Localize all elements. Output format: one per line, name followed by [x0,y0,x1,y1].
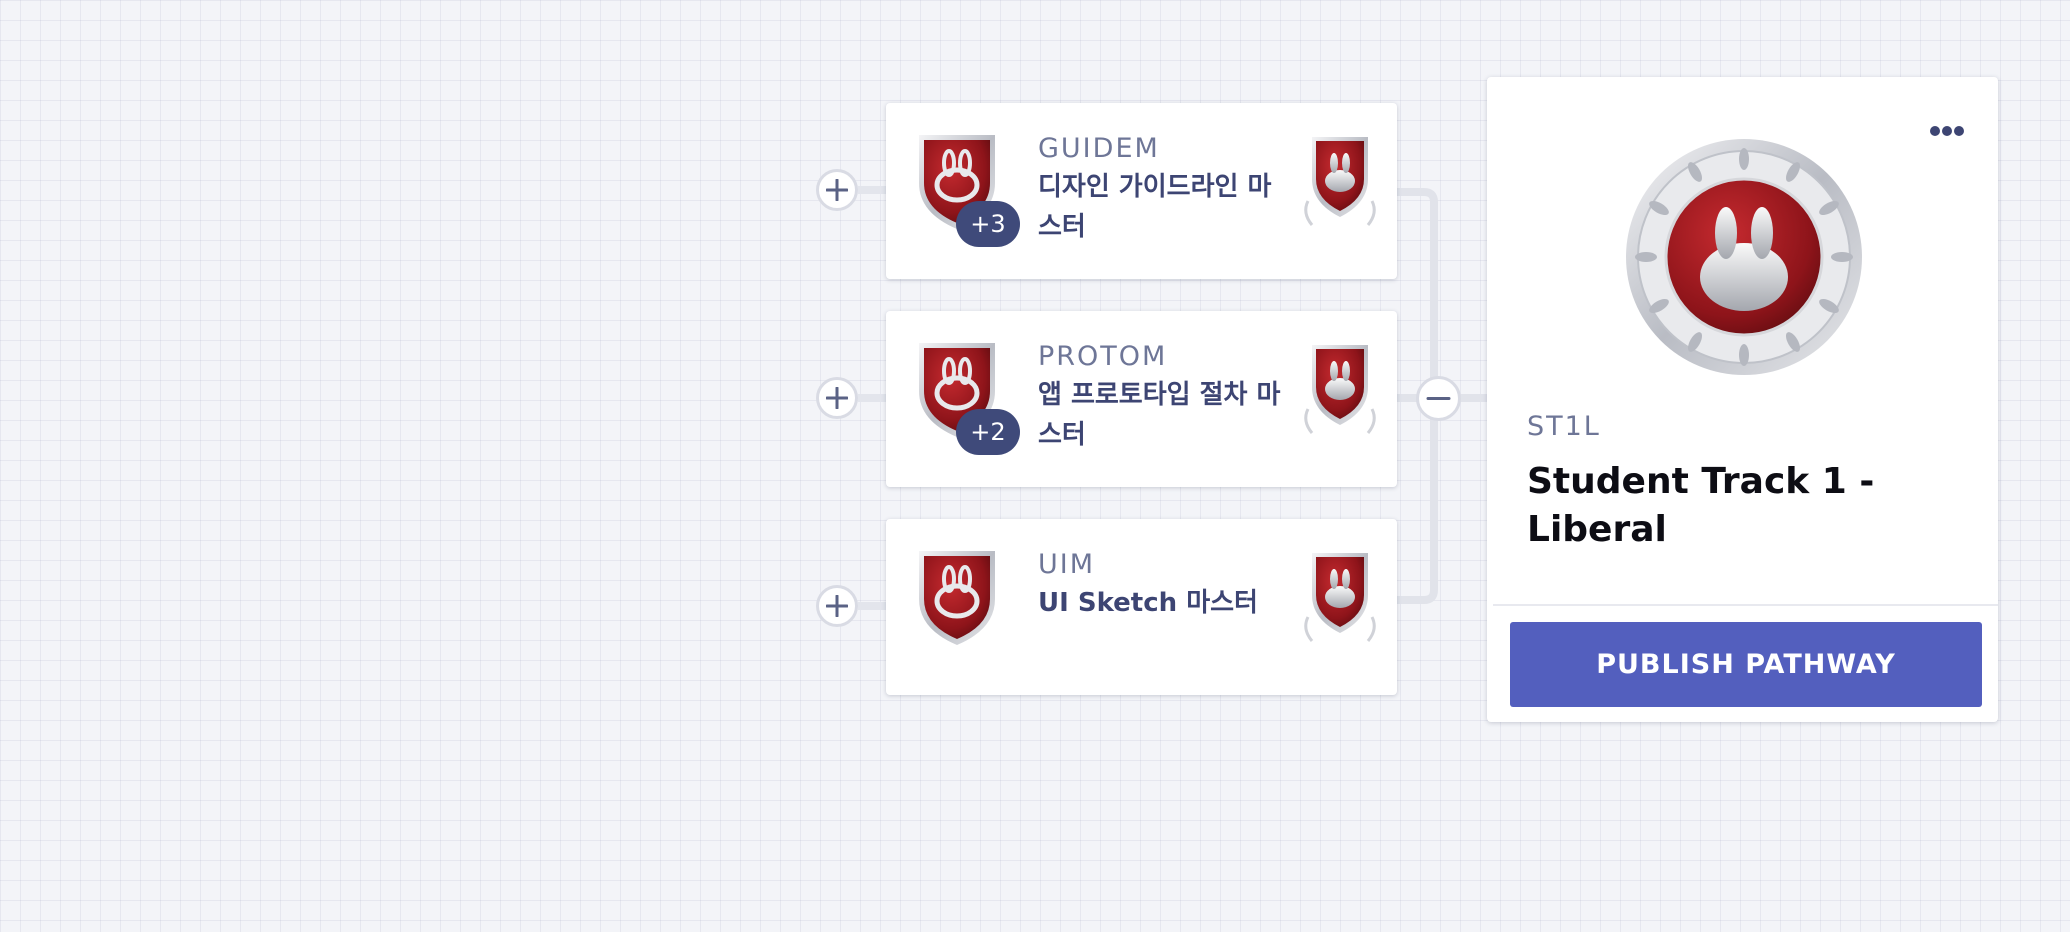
collapse-button[interactable] [1416,376,1461,421]
extra-badge-count: +3 [956,201,1020,247]
shield-bunny-icon [1304,345,1376,434]
shield-bunny-icon [1304,137,1376,226]
badge-title: 앱 프로토타입 절차 마스터 [1038,380,1281,450]
add-prerequisite-button[interactable] [816,585,858,627]
connector-stub [858,186,886,194]
more-horizontal-icon-dot [1954,126,1964,136]
pathway-card: ST1L Student Track 1 - Liberal PUBLISH P… [1487,77,1998,722]
badge-code: PROTOM [1038,341,1168,372]
publish-pathway-button[interactable]: PUBLISH PATHWAY [1510,622,1982,707]
pathway-title: Student Track 1 - Liberal [1527,461,1875,550]
add-prerequisite-button[interactable] [816,169,858,211]
badge-card[interactable]: +2 PROTOM 앱 프로토타입 절차 마스터 [886,311,1397,487]
shield-bunny-icon [919,551,995,645]
badge-card[interactable]: +3 GUIDEM 디자인 가이드라인 마스터 [886,103,1397,279]
badge-code: GUIDEM [1038,133,1160,164]
connector-stub [858,602,886,610]
add-prerequisite-button[interactable] [816,377,858,419]
plus-icon [826,387,848,409]
more-options-button[interactable] [1927,123,1967,139]
plus-icon [826,179,848,201]
badge-card[interactable]: UIM UI Sketch 마스터 [886,519,1397,695]
extra-badge-count: +2 [956,409,1020,455]
shield-bunny-icon [1304,553,1376,642]
pathway-code: ST1L [1527,411,1601,442]
badge-title: 디자인 가이드라인 마스터 [1038,172,1272,242]
plus-icon [826,595,848,617]
divider [1493,604,1998,606]
connector-stub [858,394,886,402]
more-horizontal-icon-dot [1942,126,1952,136]
more-horizontal-icon [1930,126,1940,136]
minus-icon [1426,397,1451,400]
badge-title: UI Sketch 마스터 [1038,588,1258,618]
medal-bunny-icon [1626,139,1862,375]
badge-code: UIM [1038,549,1096,580]
